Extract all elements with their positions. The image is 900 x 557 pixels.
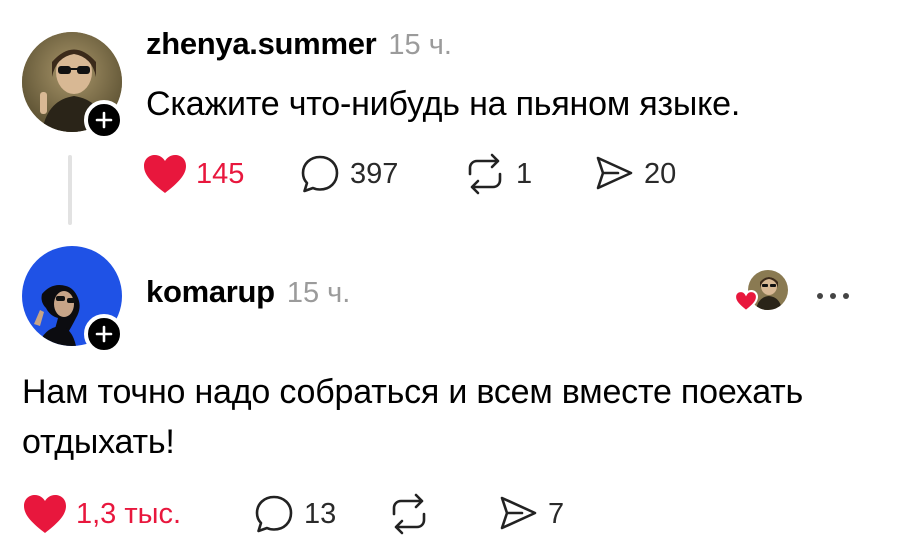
follow-plus-button[interactable] xyxy=(84,100,124,140)
comment-bubble-icon xyxy=(301,155,339,193)
reply-count: 13 xyxy=(304,497,337,530)
comment-bubble-icon xyxy=(255,495,293,533)
reply-button[interactable]: 13 xyxy=(252,490,336,538)
more-options-button[interactable] xyxy=(816,280,850,308)
post-text: Скажите что-нибудь на пьяном языке. xyxy=(146,85,741,123)
repost-icon xyxy=(392,493,426,535)
reply-count: 397 xyxy=(350,157,399,190)
repost-button[interactable]: 1 xyxy=(462,150,532,198)
post-header: zhenya.summer 15 ч. xyxy=(146,26,452,62)
reply-button[interactable]: 397 xyxy=(298,150,398,198)
like-count: 1,3 тыс. xyxy=(76,497,182,530)
heart-filled-icon xyxy=(24,495,66,533)
like-button[interactable]: 145 xyxy=(142,150,244,198)
post-text-line-1: Нам точно надо собраться и всем вместе п… xyxy=(22,373,804,411)
repost-count: 1 xyxy=(516,157,533,190)
author-liked-badge xyxy=(734,268,792,316)
more-dots-icon xyxy=(817,293,849,299)
post-time: 15 ч. xyxy=(286,277,351,309)
post-time: 15 ч. xyxy=(388,29,452,61)
post-text-line-2: отдыхать! xyxy=(22,423,175,461)
thread-line xyxy=(68,155,72,225)
username[interactable]: zhenya.summer xyxy=(146,26,377,62)
share-count: 20 xyxy=(644,157,677,190)
heart-filled-icon xyxy=(144,155,186,193)
post-header: komarup 15 ч. xyxy=(146,274,350,310)
share-button[interactable]: 20 xyxy=(592,150,676,198)
heart-filled-icon xyxy=(734,290,758,312)
like-button[interactable]: 1,3 тыс. xyxy=(22,490,181,538)
username[interactable]: komarup xyxy=(146,274,275,310)
repost-icon xyxy=(468,153,502,195)
share-count: 7 xyxy=(548,497,565,530)
send-paper-plane-icon xyxy=(500,496,537,530)
plus-icon xyxy=(95,325,113,343)
follow-plus-button[interactable] xyxy=(84,314,124,354)
repost-button[interactable] xyxy=(386,490,432,538)
share-button[interactable]: 7 xyxy=(496,490,564,538)
plus-icon xyxy=(95,111,113,129)
like-count: 145 xyxy=(196,157,245,190)
send-paper-plane-icon xyxy=(596,156,633,190)
